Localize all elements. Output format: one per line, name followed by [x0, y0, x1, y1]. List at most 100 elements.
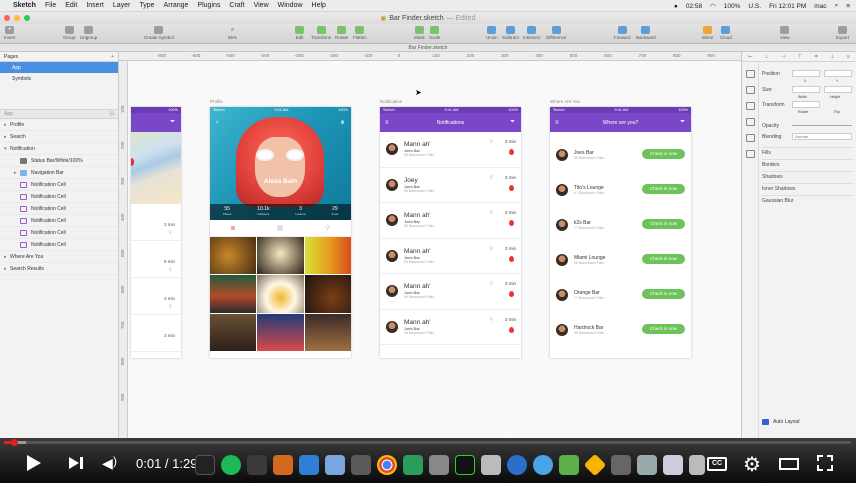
- photo-tile[interactable]: [257, 237, 304, 275]
- search-icon[interactable]: ⌕: [835, 2, 839, 10]
- artboard-search[interactable]: 100% ⏷ 3 min ⚲ 9 min ⚲ 3 min ⚲ 3 min: [131, 107, 181, 358]
- maximize-icon[interactable]: [24, 15, 30, 21]
- intersect-button[interactable]: Intersect: [523, 24, 540, 40]
- input-source[interactable]: U.S.: [748, 3, 761, 10]
- style-icon[interactable]: [745, 118, 755, 126]
- symbol-icon[interactable]: [745, 86, 755, 94]
- notification-cell[interactable]: Mann ah' Joes Bar 95 Baumbach Falls ⚲ 3 min: [380, 132, 521, 168]
- layer-row[interactable]: Status Bar/White/100%: [0, 155, 118, 167]
- notification-cell[interactable]: Joey Joes Bar 95 Baumbach Falls ⚲ 3 min: [380, 168, 521, 203]
- close-icon[interactable]: [4, 15, 10, 21]
- notification-cell[interactable]: Mann ah' Joes Bar 95 Baumbach Falls ⚲ 3 min: [380, 274, 521, 310]
- location-icon[interactable]: ⚲: [325, 224, 330, 232]
- check-in-button[interactable]: Check in now: [642, 219, 685, 229]
- play-icon[interactable]: [27, 455, 41, 471]
- artboard-label-where[interactable]: Where Are You: [550, 99, 580, 104]
- check-in-button[interactable]: Check in now: [642, 289, 685, 299]
- fills-section[interactable]: Fills: [762, 147, 854, 156]
- photo-tile[interactable]: [210, 237, 257, 275]
- subtract-button[interactable]: Subtract: [502, 24, 519, 40]
- photo-tile[interactable]: [257, 313, 304, 351]
- artboard-where-are-you[interactable]: Sketch 9:41 AM 100% ≡ Where are you? ⏷ Joe…: [550, 107, 691, 358]
- app-icon[interactable]: [273, 454, 293, 475]
- menu-edit[interactable]: Edit: [65, 2, 77, 9]
- app-icon[interactable]: [663, 454, 683, 475]
- canvas[interactable]: -800 -600 -500 -400 -300 -200 -100 0 100 200 300 40…: [119, 52, 741, 438]
- app-icon[interactable]: [611, 454, 631, 475]
- check-in-button[interactable]: Check in now: [642, 254, 685, 264]
- photo-tile[interactable]: [304, 275, 351, 313]
- check-in-button[interactable]: Check in now: [642, 324, 685, 334]
- bar-list-item[interactable]: Miami Lounge 95 Baumbach Falls Check in no…: [550, 242, 691, 277]
- app-icon[interactable]: [481, 454, 501, 475]
- notification-cell[interactable]: Mann ah' Joes Bar 95 Baumbach Falls ⚲ 3 min: [380, 203, 521, 239]
- list-item[interactable]: 9 min ⚲: [131, 241, 181, 278]
- next-icon[interactable]: [69, 457, 79, 469]
- app-icon[interactable]: [637, 454, 657, 475]
- app-icon[interactable]: [351, 454, 371, 475]
- photo-tile[interactable]: [304, 313, 351, 351]
- check-in-button[interactable]: Check in now: [642, 149, 685, 159]
- app-icon[interactable]: [507, 454, 527, 475]
- list-item[interactable]: 3 min: [131, 315, 181, 352]
- menu-icon[interactable]: ≡: [555, 120, 559, 126]
- layer-row[interactable]: Notification Cell: [0, 215, 118, 227]
- filter-icon[interactable]: ⏷: [680, 119, 685, 126]
- ungroup-button[interactable]: Ungroup: [80, 24, 97, 40]
- artboard-label-profile[interactable]: Profile: [210, 99, 223, 104]
- app-icon[interactable]: [559, 454, 579, 475]
- menu-icon[interactable]: ≡: [385, 120, 389, 126]
- layer-row[interactable]: Notification Cell: [0, 191, 118, 203]
- align-middle-icon[interactable]: ≑: [814, 54, 818, 60]
- insert-button[interactable]: + Insert: [4, 24, 15, 40]
- opacity-slider[interactable]: [792, 125, 852, 126]
- settings-icon[interactable]: ⚙: [743, 452, 761, 477]
- app-icon[interactable]: [533, 454, 553, 475]
- layer-row[interactable]: ▸ Search Results: [0, 263, 118, 275]
- mask-button[interactable]: Mask: [414, 24, 425, 40]
- menu-arrange[interactable]: Arrange: [164, 2, 189, 9]
- layer-row[interactable]: ▾ Notification: [0, 143, 118, 155]
- shadows-section[interactable]: Shadows: [762, 171, 854, 180]
- bar-list-item[interactable]: Hardrock Bar 95 Baumbach Falls Check in no…: [550, 312, 691, 347]
- collapse-icon[interactable]: ⊟: [110, 111, 114, 117]
- app-icon[interactable]: [299, 454, 319, 475]
- photos-icon[interactable]: ▦: [277, 224, 284, 232]
- page-item-app[interactable]: App: [0, 62, 118, 73]
- x-field[interactable]: [792, 70, 820, 77]
- progress-bar[interactable]: [4, 439, 851, 446]
- distribute-icon[interactable]: ≡: [847, 54, 850, 60]
- battery-readout[interactable]: 100%: [724, 3, 741, 10]
- edit-button[interactable]: Edit: [295, 24, 304, 40]
- align-right-icon[interactable]: ⊣: [781, 54, 785, 60]
- scale-button[interactable]: Scale: [429, 24, 440, 40]
- layer-row[interactable]: ▸ Profile: [0, 119, 118, 131]
- menu-type[interactable]: Type: [139, 2, 154, 9]
- menu-view[interactable]: View: [254, 2, 269, 9]
- list-item[interactable]: 3 min ⚲: [131, 278, 181, 315]
- artboard-notification[interactable]: Sketch 9:41 AM 100% ≡ Notifications ⏷ Mann…: [380, 107, 521, 358]
- menu-plugins[interactable]: Plugins: [197, 2, 220, 9]
- photo-tile[interactable]: [210, 275, 257, 313]
- notification-cell[interactable]: Mann ah' Joes Bar 95 Baumbach Falls ⚲ 3 min: [380, 239, 521, 274]
- bar-list-item[interactable]: Joes Bar 95 Baumbach Falls Check in now: [550, 137, 691, 172]
- height-field[interactable]: [824, 86, 852, 93]
- minimize-icon[interactable]: [14, 15, 20, 21]
- group-button[interactable]: Group: [63, 24, 76, 40]
- layer-filter-input[interactable]: App: [4, 111, 13, 117]
- auto-layout-plugin[interactable]: Auto Layout: [762, 419, 800, 425]
- bar-list-item[interactable]: Orange Bar 77 Baumbach Falls Check in now: [550, 277, 691, 312]
- y-field[interactable]: [824, 70, 852, 77]
- zoom-control[interactable]: ⌕ 85%: [228, 24, 237, 41]
- difference-button[interactable]: Difference: [546, 24, 566, 40]
- rotate-field[interactable]: [792, 101, 820, 108]
- app-icon[interactable]: [325, 454, 345, 475]
- app-icon[interactable]: [247, 454, 267, 475]
- share-icon[interactable]: ⋔: [340, 119, 345, 126]
- terminal-icon[interactable]: [195, 454, 215, 475]
- rotate-button[interactable]: Rotate: [335, 24, 348, 40]
- layer-row[interactable]: ▸ Where Are You: [0, 251, 118, 263]
- menu-window[interactable]: Window: [278, 2, 303, 9]
- inner-shadows-section[interactable]: Inner Shadows: [762, 183, 854, 192]
- spotify-icon[interactable]: [221, 454, 241, 475]
